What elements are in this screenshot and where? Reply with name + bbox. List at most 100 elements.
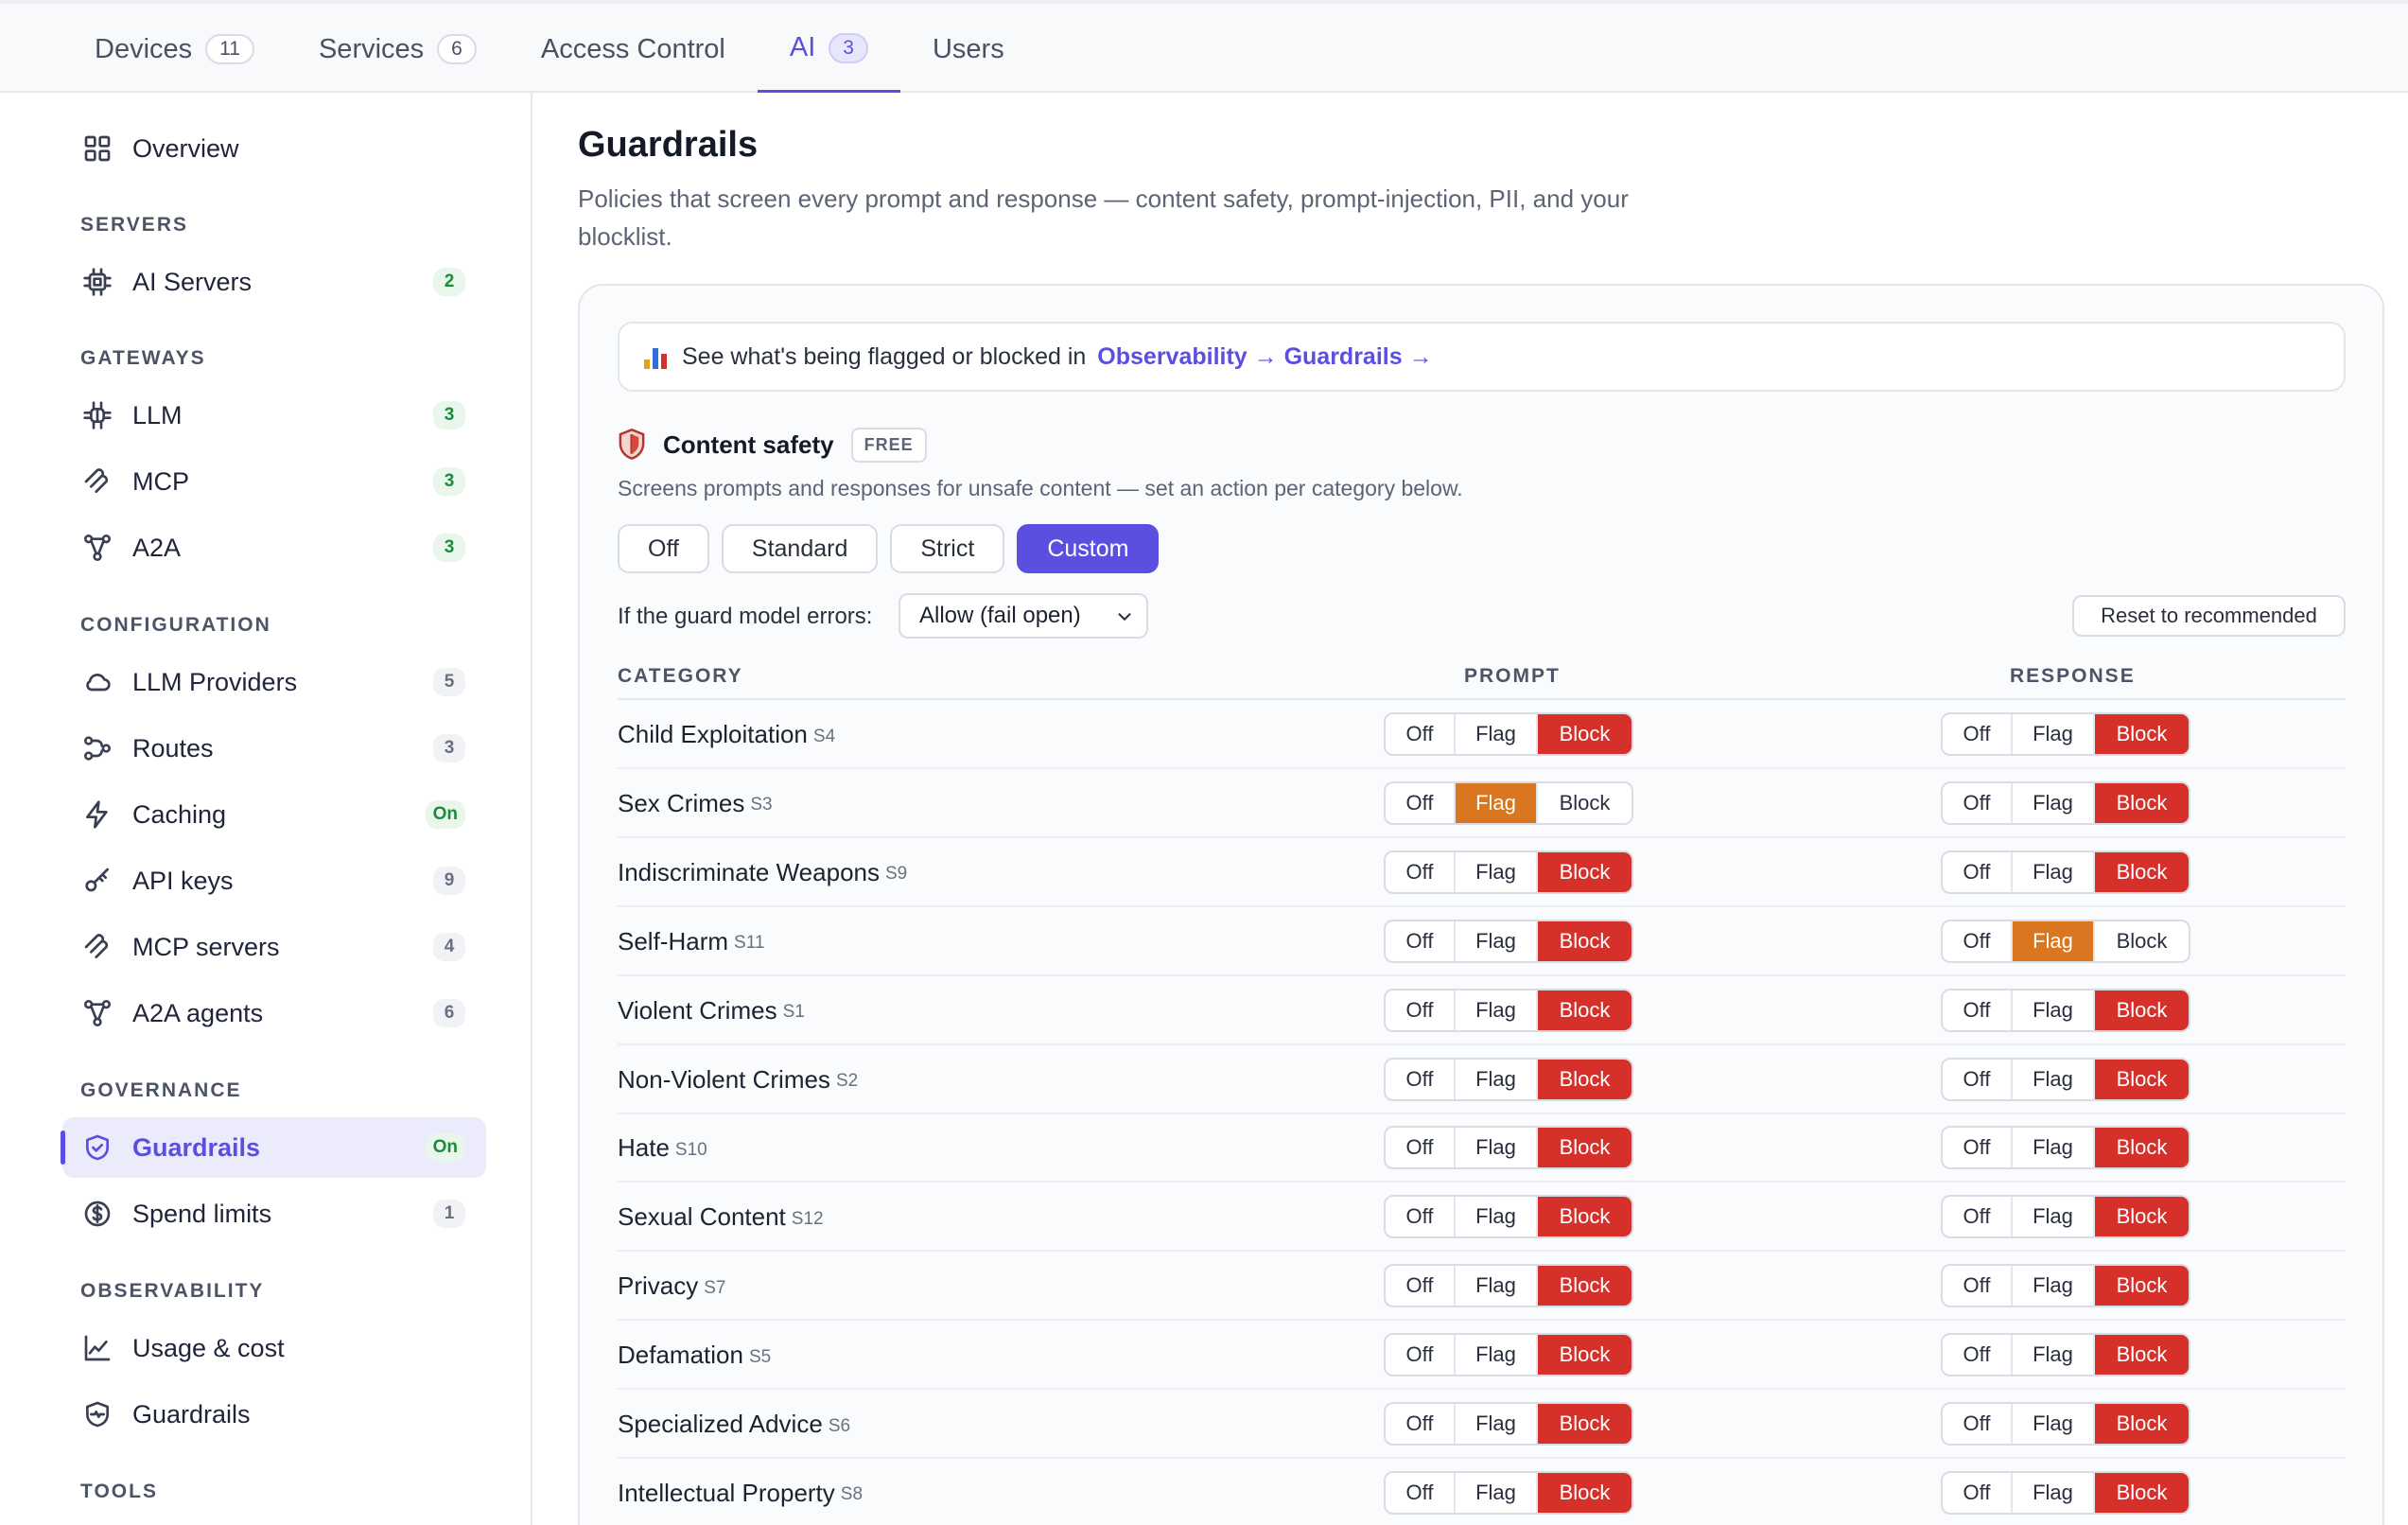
- sidebar-item-a2a-agents[interactable]: A2A agents 6: [62, 983, 486, 1043]
- prompt-off-option[interactable]: Off: [1386, 1059, 1456, 1099]
- tab-services[interactable]: Services 6: [287, 6, 509, 93]
- response-flag-option[interactable]: Flag: [2013, 1059, 2095, 1099]
- prompt-off-option[interactable]: Off: [1386, 714, 1456, 754]
- sidebar-item-guardrails[interactable]: Guardrails On: [61, 1117, 486, 1178]
- sidebar-item-ai-servers[interactable]: AI Servers 2: [62, 252, 486, 312]
- response-off-option[interactable]: Off: [1943, 1472, 2013, 1513]
- sidebar-item-usage-cost[interactable]: Usage & cost: [62, 1318, 486, 1378]
- response-block-option[interactable]: Block: [2095, 1059, 2189, 1099]
- sidebar-item-api-keys[interactable]: API keys 9: [62, 850, 486, 911]
- tab-access-control[interactable]: Access Control: [509, 6, 758, 93]
- sidebar-item-spend-limits[interactable]: Spend limits 1: [62, 1183, 486, 1244]
- response-flag-option[interactable]: Flag: [2013, 1335, 2095, 1376]
- sidebar-item-caching[interactable]: Caching On: [62, 784, 486, 845]
- response-off-option[interactable]: Off: [1943, 782, 2013, 823]
- tab-ai[interactable]: AI 3: [757, 6, 900, 93]
- preset-off-button[interactable]: Off: [618, 524, 709, 573]
- prompt-flag-option[interactable]: Flag: [1456, 1059, 1538, 1099]
- response-off-option[interactable]: Off: [1943, 714, 2013, 754]
- response-block-option[interactable]: Block: [2095, 714, 2189, 754]
- response-off-option[interactable]: Off: [1943, 1404, 2013, 1444]
- response-off-option[interactable]: Off: [1943, 851, 2013, 892]
- prompt-flag-option[interactable]: Flag: [1456, 714, 1538, 754]
- prompt-flag-option[interactable]: Flag: [1456, 1128, 1538, 1168]
- response-block-option[interactable]: Block: [2095, 1335, 2189, 1376]
- response-off-option[interactable]: Off: [1943, 1197, 2013, 1237]
- response-flag-option[interactable]: Flag: [2013, 1404, 2095, 1444]
- prompt-flag-option[interactable]: Flag: [1456, 1472, 1538, 1513]
- response-block-option[interactable]: Block: [2095, 1266, 2189, 1306]
- response-block-option[interactable]: Block: [2095, 1197, 2189, 1237]
- response-flag-option[interactable]: Flag: [2013, 1197, 2095, 1237]
- response-flag-option[interactable]: Flag: [2013, 1472, 2095, 1513]
- prompt-flag-option[interactable]: Flag: [1456, 1404, 1538, 1444]
- sidebar-item-llm-providers[interactable]: LLM Providers 5: [62, 652, 486, 712]
- response-flag-option[interactable]: Flag: [2013, 714, 2095, 754]
- prompt-off-option[interactable]: Off: [1386, 1266, 1456, 1306]
- prompt-block-option[interactable]: Block: [1538, 851, 1632, 892]
- prompt-off-option[interactable]: Off: [1386, 1197, 1456, 1237]
- observability-guardrails-link[interactable]: Observability → Guardrails →: [1097, 343, 1432, 371]
- response-block-option[interactable]: Block: [2095, 1128, 2189, 1168]
- prompt-block-option[interactable]: Block: [1538, 990, 1632, 1030]
- response-flag-option[interactable]: Flag: [2013, 920, 2095, 961]
- prompt-flag-option[interactable]: Flag: [1456, 990, 1538, 1030]
- prompt-flag-option[interactable]: Flag: [1456, 920, 1538, 961]
- prompt-block-option[interactable]: Block: [1538, 783, 1632, 823]
- prompt-off-option[interactable]: Off: [1386, 1335, 1456, 1376]
- prompt-block-option[interactable]: Block: [1538, 920, 1632, 961]
- sidebar-item-routes[interactable]: Routes 3: [62, 718, 486, 779]
- response-block-option[interactable]: Block: [2095, 1472, 2189, 1513]
- prompt-off-option[interactable]: Off: [1386, 920, 1456, 961]
- prompt-off-option[interactable]: Off: [1386, 990, 1456, 1030]
- prompt-block-option[interactable]: Block: [1538, 1472, 1632, 1513]
- prompt-block-option[interactable]: Block: [1538, 714, 1632, 754]
- prompt-off-option[interactable]: Off: [1386, 782, 1456, 823]
- response-off-option[interactable]: Off: [1943, 1266, 2013, 1306]
- sidebar-item-mcp-servers[interactable]: MCP servers 4: [62, 917, 486, 977]
- prompt-off-option[interactable]: Off: [1386, 1404, 1456, 1444]
- prompt-flag-option[interactable]: Flag: [1456, 1197, 1538, 1237]
- sidebar-item-overview[interactable]: Overview: [62, 118, 486, 179]
- response-off-option[interactable]: Off: [1943, 990, 2013, 1030]
- prompt-flag-option[interactable]: Flag: [1456, 1266, 1538, 1306]
- reset-to-recommended-button[interactable]: Reset to recommended: [2072, 595, 2346, 637]
- prompt-block-option[interactable]: Block: [1538, 1335, 1632, 1376]
- response-flag-option[interactable]: Flag: [2013, 1266, 2095, 1306]
- response-flag-option[interactable]: Flag: [2013, 782, 2095, 823]
- response-block-option[interactable]: Block: [2095, 851, 2189, 892]
- sidebar-item-llm[interactable]: LLM 3: [62, 385, 486, 446]
- preset-custom-button[interactable]: Custom: [1017, 524, 1160, 573]
- prompt-flag-option[interactable]: Flag: [1456, 1335, 1538, 1376]
- response-block-option[interactable]: Block: [2095, 921, 2189, 961]
- sidebar-item-a2a[interactable]: A2A 3: [62, 517, 486, 578]
- error-behavior-select[interactable]: Allow (fail open): [899, 593, 1148, 639]
- sidebar-item-mcp[interactable]: MCP 3: [62, 451, 486, 512]
- response-off-option[interactable]: Off: [1943, 1128, 2013, 1168]
- preset-standard-button[interactable]: Standard: [721, 524, 879, 573]
- sidebar-item-label: Routes: [132, 733, 214, 762]
- tab-devices[interactable]: Devices 11: [62, 6, 287, 93]
- response-flag-option[interactable]: Flag: [2013, 1128, 2095, 1168]
- prompt-block-option[interactable]: Block: [1538, 1128, 1632, 1168]
- response-flag-option[interactable]: Flag: [2013, 851, 2095, 892]
- preset-strict-button[interactable]: Strict: [890, 524, 1005, 573]
- prompt-off-option[interactable]: Off: [1386, 1128, 1456, 1168]
- prompt-flag-option[interactable]: Flag: [1456, 851, 1538, 892]
- sidebar-item-observability-guardrails[interactable]: Guardrails: [62, 1384, 486, 1445]
- prompt-off-option[interactable]: Off: [1386, 1472, 1456, 1513]
- response-off-option[interactable]: Off: [1943, 920, 2013, 961]
- response-off-option[interactable]: Off: [1943, 1059, 2013, 1099]
- prompt-block-option[interactable]: Block: [1538, 1404, 1632, 1444]
- response-block-option[interactable]: Block: [2095, 1404, 2189, 1444]
- response-block-option[interactable]: Block: [2095, 990, 2189, 1030]
- prompt-block-option[interactable]: Block: [1538, 1266, 1632, 1306]
- prompt-block-option[interactable]: Block: [1538, 1059, 1632, 1099]
- response-flag-option[interactable]: Flag: [2013, 990, 2095, 1030]
- response-block-option[interactable]: Block: [2095, 782, 2189, 823]
- prompt-flag-option[interactable]: Flag: [1456, 782, 1538, 823]
- prompt-off-option[interactable]: Off: [1386, 851, 1456, 892]
- response-off-option[interactable]: Off: [1943, 1335, 2013, 1376]
- tab-users[interactable]: Users: [900, 6, 1037, 93]
- prompt-block-option[interactable]: Block: [1538, 1197, 1632, 1237]
